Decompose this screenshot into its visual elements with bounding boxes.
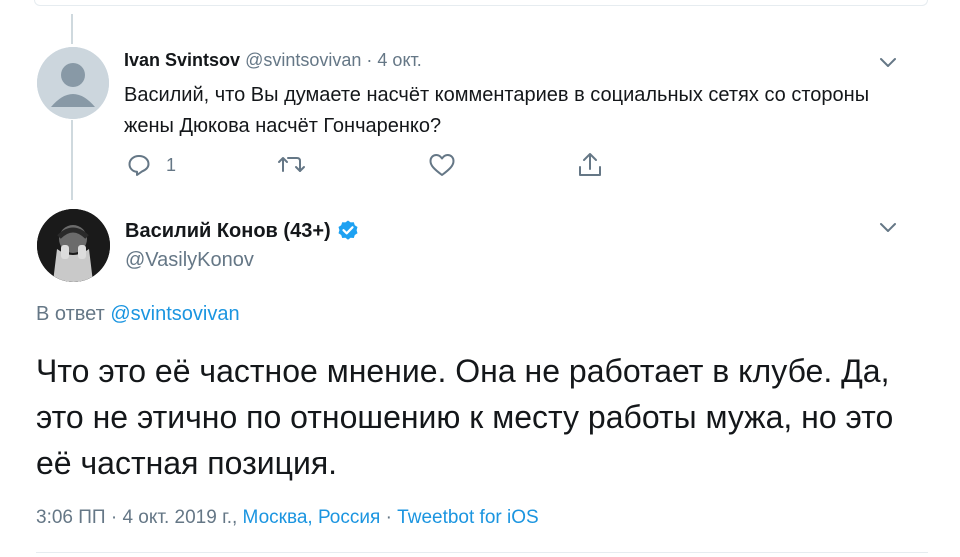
reply-author-name[interactable]: Ivan Svintsov	[124, 50, 240, 70]
retweet-button[interactable]	[276, 148, 308, 182]
like-button[interactable]	[428, 148, 456, 182]
main-tweet-text: Что это её частное мнение. Она не работа…	[36, 353, 894, 481]
in-reply-to: В ответ @svintsovivan	[36, 303, 240, 326]
author-display-name[interactable]: Василий Конов (43+)	[125, 220, 331, 243]
thread-connector-lower	[71, 120, 73, 200]
thread-connector	[71, 14, 73, 44]
retweet-icon	[278, 157, 305, 172]
share-icon	[579, 153, 601, 176]
tweet-footer: 3:06 ПП · 4 окт. 2019 г., Москва, Россия…	[36, 507, 539, 529]
tweet-timestamp[interactable]: 3:06 ПП · 4 окт. 2019 г.,	[36, 507, 237, 528]
reply-author-handle[interactable]: @svintsovivan	[245, 50, 361, 70]
meta-separator: ·	[366, 50, 373, 70]
tweet-source-link[interactable]: Tweetbot for iOS	[397, 507, 539, 528]
in-reply-prefix: В ответ	[36, 303, 105, 325]
in-reply-handle-link[interactable]: @svintsovivan	[110, 303, 239, 325]
author-handle[interactable]: @VasilyKonov	[125, 249, 254, 272]
author-photo	[37, 209, 110, 282]
reply-tweet-text: Василий, что Вы думаете насчёт комментар…	[124, 84, 870, 137]
reply-button[interactable]: 1	[126, 148, 176, 182]
previous-tweet-border	[34, 0, 928, 6]
reply-date[interactable]: 4 окт.	[377, 50, 421, 70]
chevron-down-icon[interactable]	[877, 55, 899, 71]
reply-icon	[128, 155, 150, 176]
verified-badge-icon	[338, 220, 358, 240]
reply-count: 1	[166, 154, 177, 175]
author-avatar[interactable]	[37, 209, 110, 282]
share-button[interactable]	[577, 148, 603, 182]
tweet-location-link[interactable]: Москва, Россия	[243, 507, 381, 528]
source-separator: ·	[385, 507, 392, 528]
default-avatar-icon	[37, 47, 109, 119]
chevron-down-icon[interactable]	[877, 220, 899, 236]
reply-tweet-header: Ivan Svintsov @svintsovivan · 4 окт.	[124, 50, 422, 71]
reply-tweet-actions: 1	[124, 148, 624, 182]
divider	[36, 552, 928, 553]
avatar-default[interactable]	[37, 47, 109, 119]
like-icon	[429, 154, 455, 176]
author-name-row[interactable]: Василий Конов (43+)	[125, 219, 360, 243]
